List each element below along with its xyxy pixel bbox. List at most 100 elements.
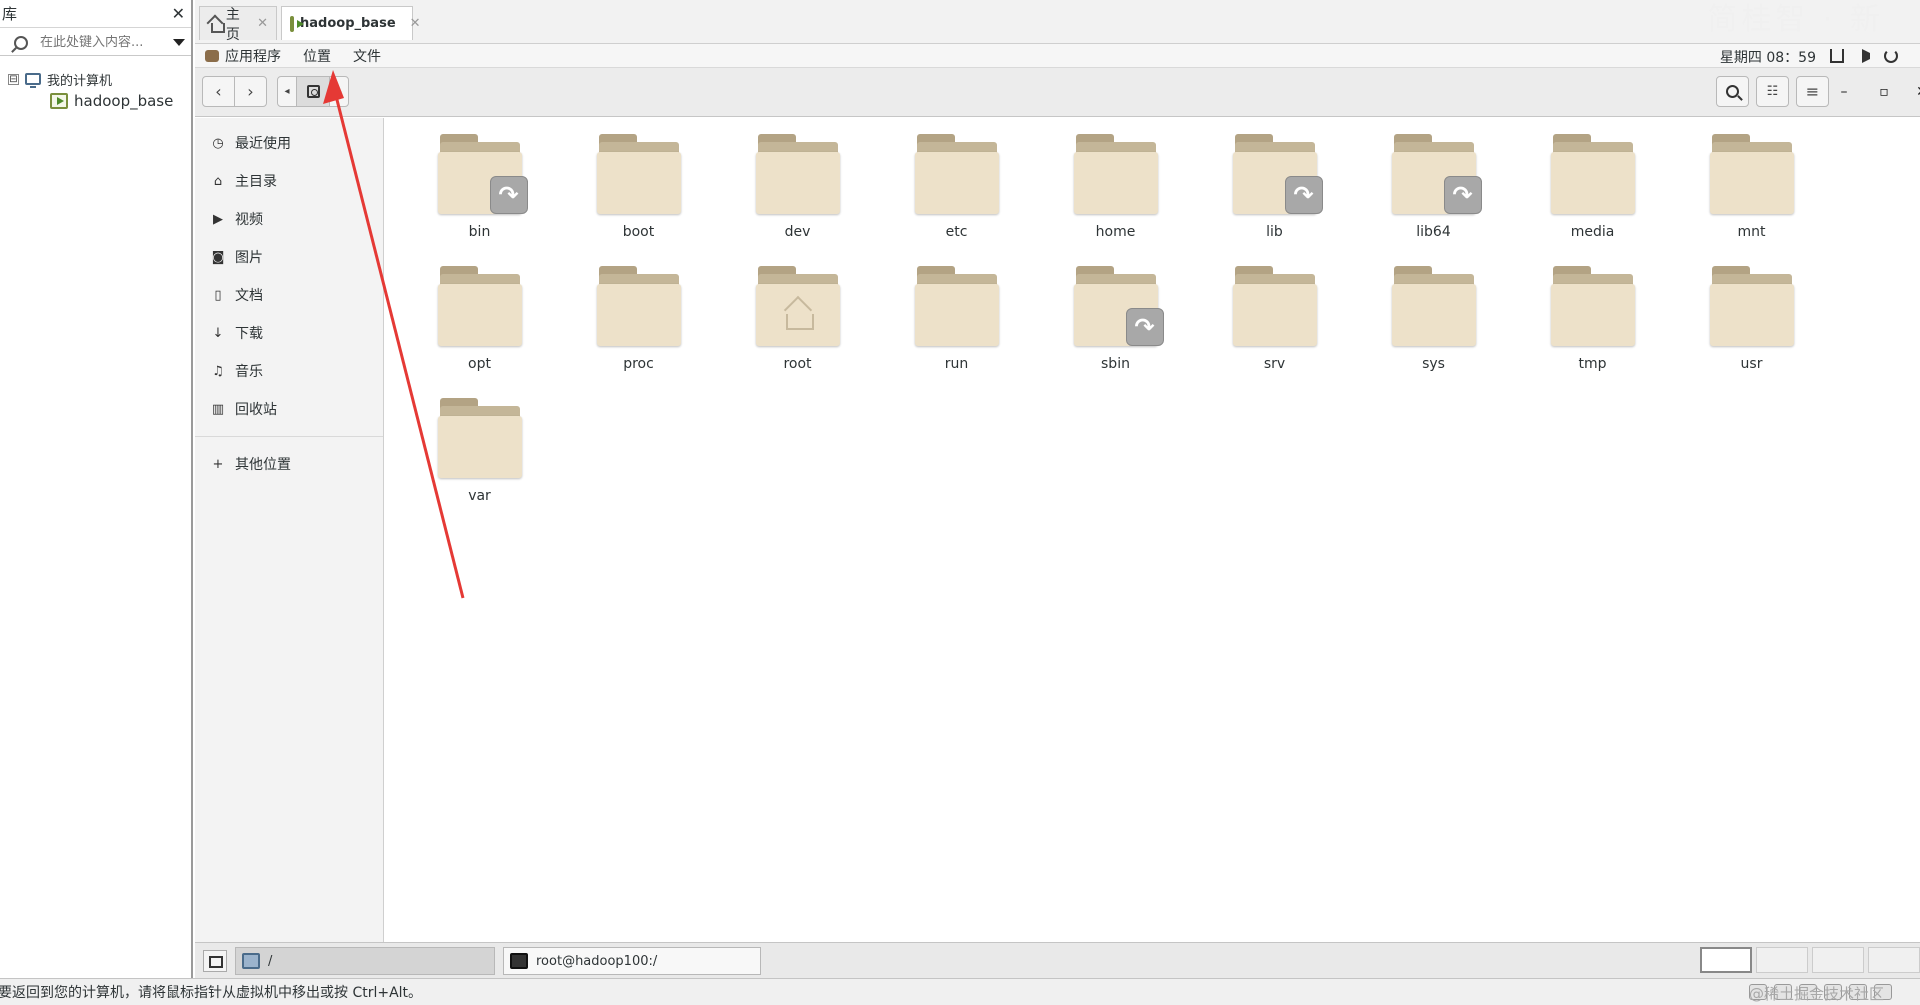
volume-icon[interactable] <box>1862 49 1870 63</box>
workspace-switcher <box>1696 947 1920 973</box>
close-icon[interactable]: ✕ <box>1912 82 1920 102</box>
folder-item[interactable]: root <box>718 264 877 396</box>
vmware-status-bar: 要返回到您的计算机，请将鼠标指针从虚拟机中移出或按 Ctrl+Alt。 @稀土掘… <box>0 978 1920 1005</box>
search-icon <box>14 35 28 50</box>
folder-name: run <box>944 356 969 372</box>
tree-root-label: 我的计算机 <box>47 73 113 89</box>
folder-item[interactable]: etc <box>877 132 1036 264</box>
folder-item[interactable]: run <box>877 264 1036 396</box>
library-search-input[interactable] <box>40 35 160 50</box>
folder-icon <box>596 132 681 216</box>
sidebar-item-pictures[interactable]: ◙ 图片 <box>195 238 383 276</box>
sidebar-item-recent[interactable]: ◷ 最近使用 <box>195 124 383 162</box>
tab-hadoop-base[interactable]: hadoop_base ✕ <box>281 6 421 40</box>
show-desktop-icon[interactable] <box>203 950 227 972</box>
plus-icon: + <box>212 456 224 472</box>
taskbar-item-files[interactable]: / <box>235 947 495 975</box>
folder-item[interactable]: usr <box>1672 264 1831 396</box>
clock[interactable]: 星期四 08：59 <box>1720 47 1816 67</box>
folder-icon <box>596 264 681 348</box>
home-icon: ⌂ <box>213 173 223 189</box>
folder-item[interactable]: proc <box>559 264 718 396</box>
folder-item[interactable]: ↷ bin <box>400 132 559 264</box>
taskbar-item-terminal[interactable]: root@hadoop100:/ <box>503 947 761 975</box>
library-close-icon[interactable]: ✕ <box>172 4 185 23</box>
folder-name: var <box>468 488 491 504</box>
menu-places[interactable]: 位置 <box>303 46 331 66</box>
folder-item[interactable]: dev <box>718 132 877 264</box>
menu-files[interactable]: 文件 <box>353 46 381 66</box>
close-icon[interactable]: ✕ <box>410 16 421 31</box>
folder-name: lib64 <box>1416 224 1451 240</box>
folder-item[interactable]: home <box>1036 132 1195 264</box>
collapse-toggle-icon[interactable]: ⊟ <box>8 73 19 85</box>
library-search[interactable] <box>0 30 191 56</box>
workspace-1[interactable] <box>1700 947 1752 973</box>
symlink-emblem-icon: ↷ <box>1443 176 1482 214</box>
folder-item[interactable]: media <box>1513 132 1672 264</box>
music-icon: ♫ <box>212 363 224 379</box>
tree-vm-hadoop-base[interactable]: hadoop_base <box>0 90 191 112</box>
folder-icon <box>1232 264 1317 348</box>
file-view[interactable]: ↷ bin boot dev etc home ↷ lib ↷ lib64 media mnt opt p… <box>385 118 1920 942</box>
sidebar-item-videos[interactable]: ▶ 视频 <box>195 200 383 238</box>
folder-item[interactable]: tmp <box>1513 264 1672 396</box>
path-root-button[interactable] <box>296 76 330 107</box>
folder-item[interactable]: var <box>400 396 559 528</box>
folder-name: sys <box>1422 356 1445 372</box>
folder-item[interactable]: ↷ lib64 <box>1354 132 1513 264</box>
sidebar-item-trash[interactable]: ▥ 回收站 <box>195 390 383 428</box>
folder-item[interactable]: boot <box>559 132 718 264</box>
taskbar-item-label: root@hadoop100:/ <box>536 953 658 969</box>
hamburger-menu-button[interactable]: ≡ <box>1796 76 1829 107</box>
folder-item[interactable]: mnt <box>1672 132 1831 264</box>
vm-icon <box>290 15 304 32</box>
sidebar-item-label: 回收站 <box>235 402 277 418</box>
folder-item[interactable]: ↷ sbin <box>1036 264 1195 396</box>
sidebar-item-label: 其他位置 <box>235 457 291 473</box>
folder-item[interactable]: opt <box>400 264 559 396</box>
close-icon[interactable]: ✕ <box>257 16 268 31</box>
minimize-icon[interactable]: – <box>1834 82 1854 102</box>
menu-applications[interactable]: 应用程序 <box>225 46 281 66</box>
folder-icon <box>1073 132 1158 216</box>
tab-home[interactable]: 主页 ✕ <box>199 6 277 43</box>
maximize-icon[interactable]: ▫ <box>1874 82 1894 102</box>
folder-name: home <box>1095 224 1136 240</box>
video-icon: ▶ <box>213 211 223 227</box>
sidebar-item-other-locations[interactable]: + 其他位置 <box>195 445 383 483</box>
folder-item[interactable]: sys <box>1354 264 1513 396</box>
folder-name: mnt <box>1737 224 1766 240</box>
network-icon[interactable] <box>1830 49 1844 63</box>
files-app-icon <box>242 953 260 969</box>
power-icon[interactable] <box>1884 49 1898 63</box>
workspace-3[interactable] <box>1812 947 1864 973</box>
path-scroll-right-button[interactable]: ▸ <box>329 76 349 107</box>
sidebar-item-music[interactable]: ♫ 音乐 <box>195 352 383 390</box>
search-button[interactable] <box>1716 76 1749 107</box>
sidebar-item-home[interactable]: ⌂ 主目录 <box>195 162 383 200</box>
workspace-4[interactable] <box>1868 947 1920 973</box>
tree-my-computer[interactable]: ⊟ 我的计算机 <box>0 68 191 90</box>
sidebar-item-documents[interactable]: ▯ 文档 <box>195 276 383 314</box>
download-icon: ↓ <box>212 325 224 341</box>
vm-tab-strip: 主页 ✕ hadoop_base ✕ 简桂智 · 新 <box>195 0 1920 44</box>
home-icon <box>208 17 225 33</box>
folder-item[interactable]: ↷ lib <box>1195 132 1354 264</box>
sidebar-item-downloads[interactable]: ↓ 下载 <box>195 314 383 352</box>
tab-label: hadoop_base <box>300 16 396 31</box>
chevron-down-icon[interactable] <box>173 39 185 46</box>
sidebar-divider <box>195 436 383 437</box>
workspace-2[interactable] <box>1756 947 1808 973</box>
folder-icon <box>437 396 522 480</box>
forward-button[interactable]: › <box>234 76 267 107</box>
files-header-bar: ‹ › ◂ ▸ ☷ ≡ – ▫ ✕ <box>195 68 1920 117</box>
view-options-button[interactable]: ☷ <box>1756 76 1789 107</box>
sidebar-item-label: 最近使用 <box>235 136 291 152</box>
folder-item[interactable]: srv <box>1195 264 1354 396</box>
path-scroll-left-button[interactable]: ◂ <box>277 76 297 107</box>
folder-name: bin <box>468 224 491 240</box>
symlink-emblem-icon: ↷ <box>489 176 528 214</box>
back-button[interactable]: ‹ <box>202 76 235 107</box>
folder-icon <box>1709 132 1794 216</box>
